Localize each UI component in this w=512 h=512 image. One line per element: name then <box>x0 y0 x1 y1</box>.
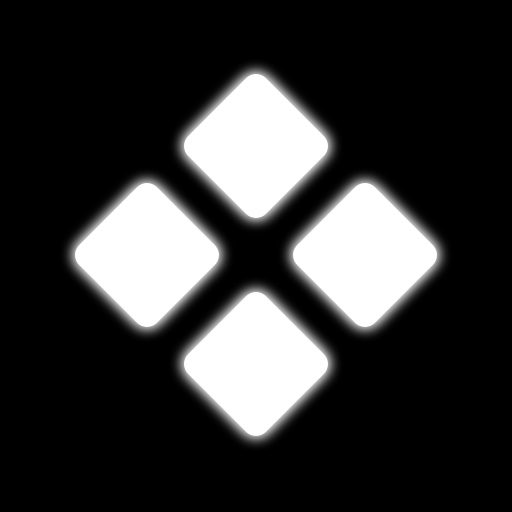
app-icon-canvas <box>0 0 512 512</box>
diamond-tile-top <box>184 74 328 218</box>
diamond-tile-right <box>293 183 437 327</box>
diamond-tile-bottom <box>184 292 328 436</box>
four-diamond-tiles-icon <box>75 74 437 436</box>
diamond-tile-left <box>75 183 219 327</box>
